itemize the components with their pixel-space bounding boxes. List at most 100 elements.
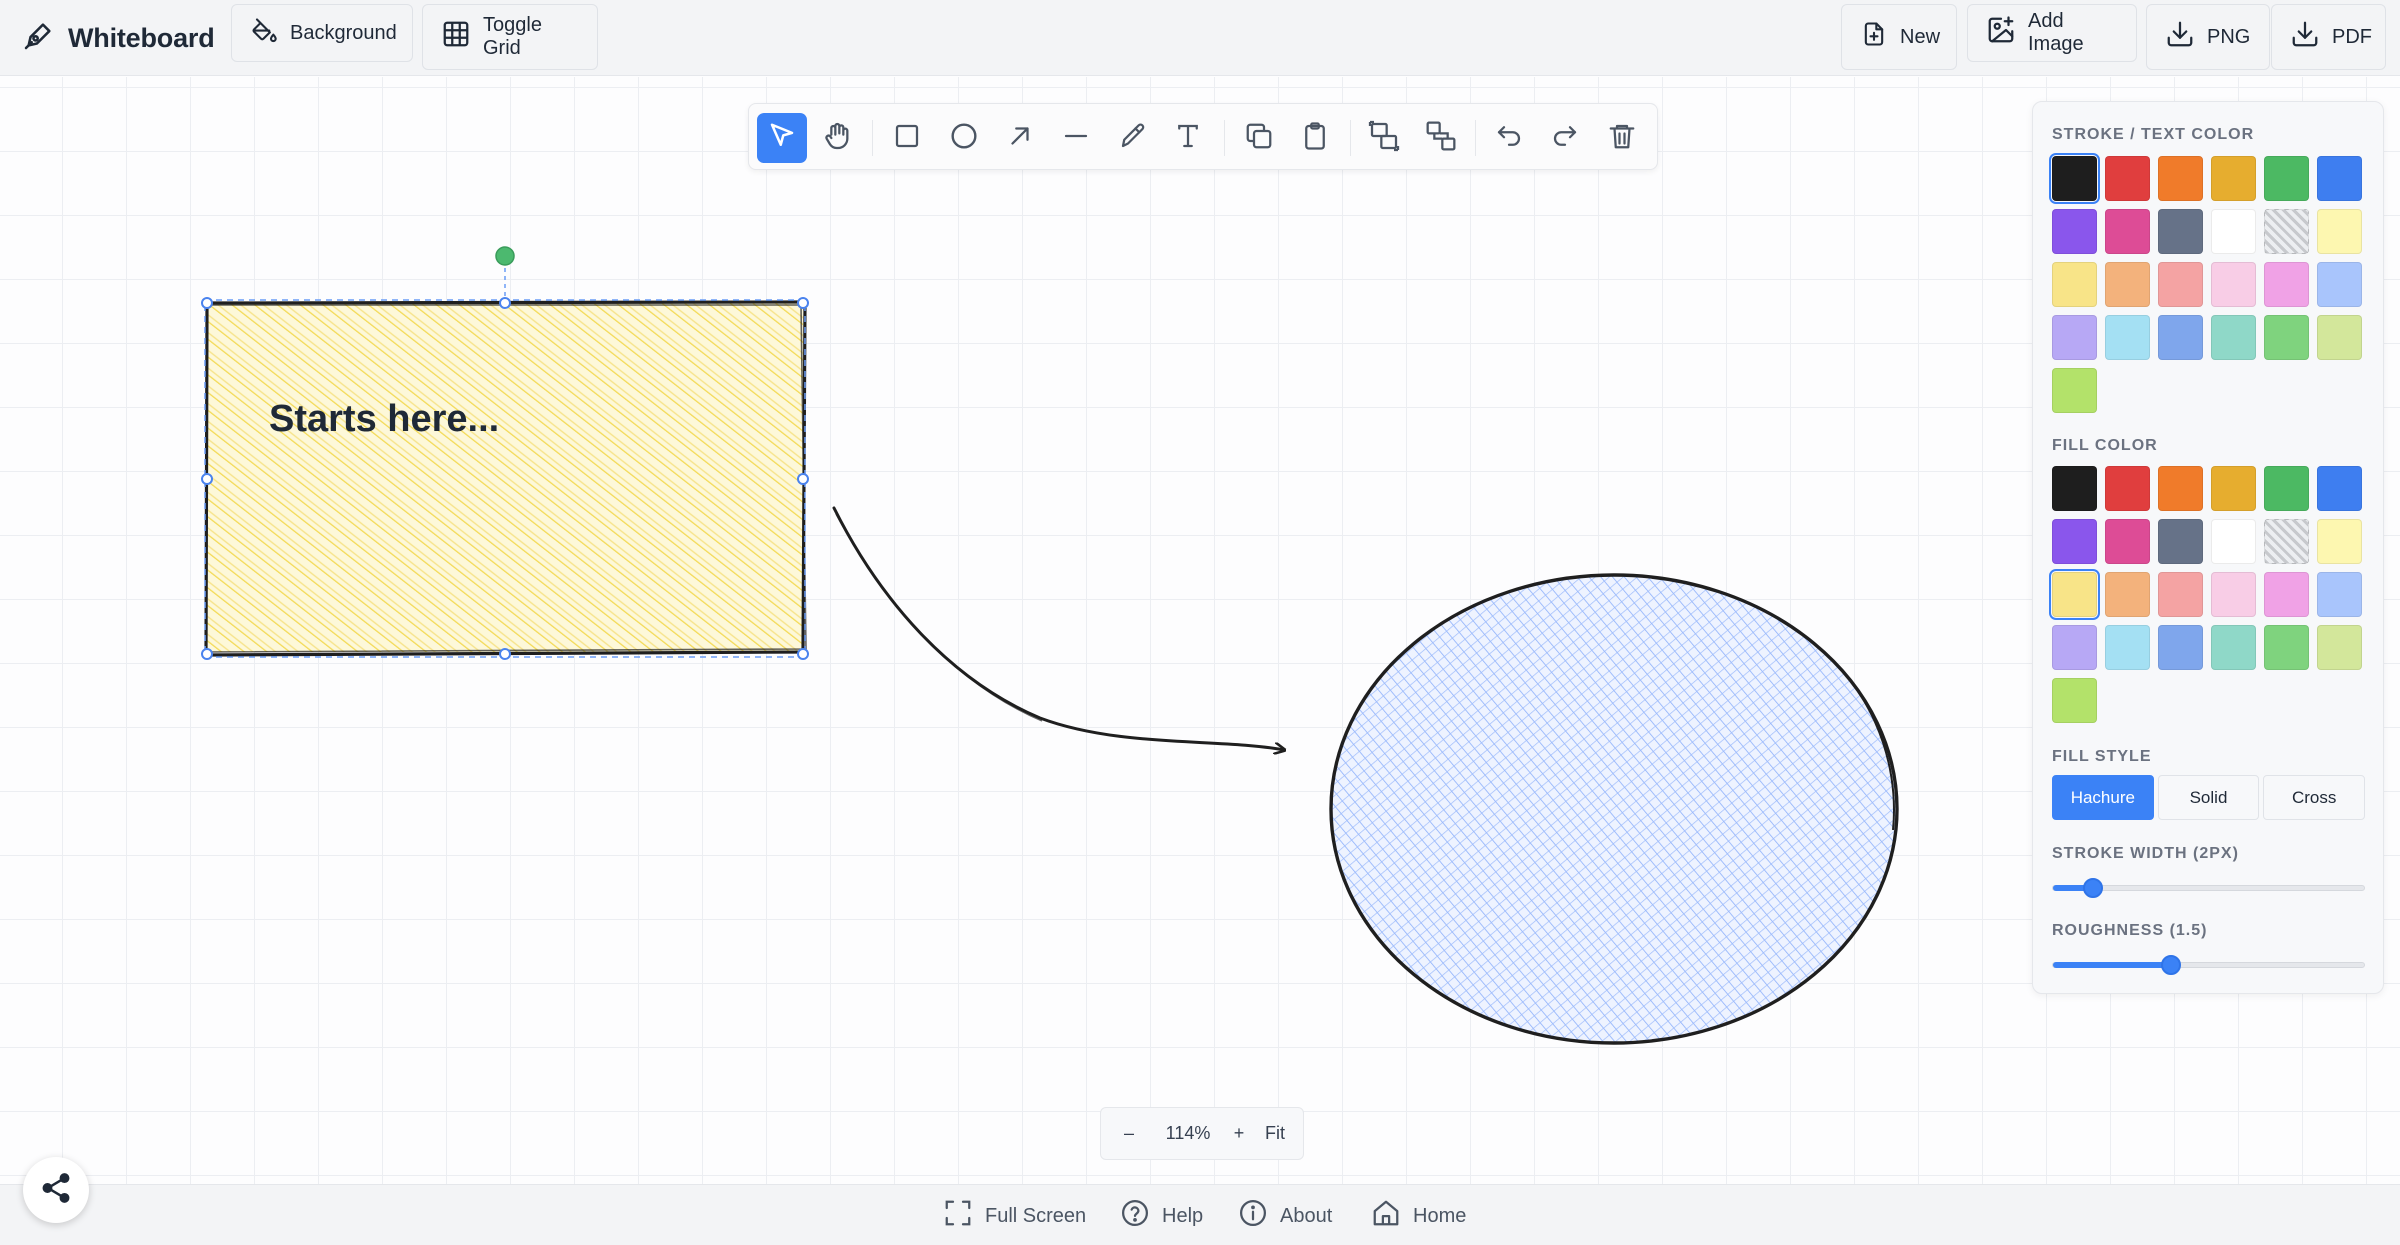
stroke-color-swatch[interactable] bbox=[2158, 156, 2203, 201]
stroke-width-slider-thumb[interactable] bbox=[2083, 878, 2104, 898]
fill-color-swatch[interactable] bbox=[2052, 519, 2097, 564]
export-pdf-button[interactable]: PDF bbox=[2271, 4, 2386, 70]
roughness-slider-thumb[interactable] bbox=[2161, 955, 2182, 975]
stroke-color-swatch[interactable] bbox=[2158, 315, 2203, 360]
rectangle-tool[interactable] bbox=[882, 113, 932, 163]
about-link[interactable]: About bbox=[1238, 1199, 1332, 1233]
stroke-width-slider[interactable] bbox=[2052, 878, 2365, 898]
fill-color-swatch[interactable] bbox=[2264, 572, 2309, 617]
stroke-color-swatch[interactable] bbox=[2264, 209, 2309, 254]
toggle-grid-button[interactable]: Toggle Grid bbox=[422, 4, 598, 70]
select-tool[interactable] bbox=[757, 113, 807, 163]
stroke-color-swatch[interactable] bbox=[2052, 368, 2097, 413]
home-link[interactable]: Home bbox=[1371, 1199, 1466, 1233]
hand-tool[interactable] bbox=[813, 113, 863, 163]
stroke-color-swatch[interactable] bbox=[2211, 262, 2256, 307]
stroke-color-swatch[interactable] bbox=[2049, 153, 2100, 204]
arrow-tool[interactable] bbox=[995, 113, 1045, 163]
fill-color-swatch[interactable] bbox=[2052, 466, 2097, 511]
stroke-color-swatch[interactable] bbox=[2264, 315, 2309, 360]
fill-color-swatch[interactable] bbox=[2158, 625, 2203, 670]
stroke-color-swatch[interactable] bbox=[2105, 156, 2150, 201]
ellipse-icon bbox=[948, 120, 980, 157]
fill-color-swatch[interactable] bbox=[2211, 466, 2256, 511]
stroke-color-swatch[interactable] bbox=[2264, 262, 2309, 307]
add-image-button[interactable]: Add Image bbox=[1967, 4, 2137, 62]
stroke-color-swatch[interactable] bbox=[2052, 315, 2097, 360]
fill-color-swatch[interactable] bbox=[2317, 466, 2362, 511]
fill-color-swatch[interactable] bbox=[2052, 678, 2097, 723]
fill-color-swatch[interactable] bbox=[2105, 466, 2150, 511]
hatched-ellipse[interactable] bbox=[1329, 573, 1899, 1045]
note-rectangle[interactable] bbox=[203, 300, 807, 657]
fill-color-swatch[interactable] bbox=[2105, 519, 2150, 564]
paste-tool[interactable] bbox=[1290, 113, 1340, 163]
stroke-color-swatch[interactable] bbox=[2211, 315, 2256, 360]
help-link[interactable]: Help bbox=[1120, 1199, 1203, 1233]
note-text[interactable]: Starts here... bbox=[269, 398, 499, 441]
pencil-tool[interactable] bbox=[1108, 113, 1158, 163]
stroke-color-swatch[interactable] bbox=[2317, 315, 2362, 360]
stroke-color-swatch[interactable] bbox=[2105, 262, 2150, 307]
fill-color-swatch[interactable] bbox=[2317, 572, 2362, 617]
fill-color-swatch[interactable] bbox=[2264, 625, 2309, 670]
stroke-color-swatch[interactable] bbox=[2158, 209, 2203, 254]
fill-color-swatch[interactable] bbox=[2105, 572, 2150, 617]
line-icon bbox=[1061, 121, 1091, 156]
fill-color-swatch[interactable] bbox=[2211, 572, 2256, 617]
ellipse-tool[interactable] bbox=[939, 113, 989, 163]
line-tool[interactable] bbox=[1051, 113, 1101, 163]
fill-color-swatch[interactable] bbox=[2158, 466, 2203, 511]
fill-style-solid[interactable]: Solid bbox=[2157, 775, 2260, 820]
grid-icon bbox=[441, 19, 471, 55]
delete-button[interactable] bbox=[1597, 113, 1647, 163]
text-icon bbox=[1173, 121, 1203, 156]
fill-style-cross[interactable]: Cross bbox=[2263, 775, 2366, 820]
redo-button[interactable] bbox=[1540, 113, 1590, 163]
fullscreen-link[interactable]: Full Screen bbox=[943, 1199, 1086, 1233]
stroke-color-swatch[interactable] bbox=[2211, 156, 2256, 201]
zoom-out-button[interactable]: – bbox=[1121, 1123, 1137, 1144]
share-button[interactable] bbox=[23, 1157, 89, 1223]
fill-color-swatch[interactable] bbox=[2211, 519, 2256, 564]
stroke-color-swatch[interactable] bbox=[2052, 262, 2097, 307]
stroke-color-swatch[interactable] bbox=[2052, 209, 2097, 254]
fill-color-swatch[interactable] bbox=[2317, 519, 2362, 564]
fill-color-swatch[interactable] bbox=[2264, 466, 2309, 511]
fill-color-swatch[interactable] bbox=[2317, 625, 2362, 670]
stroke-color-swatch[interactable] bbox=[2211, 209, 2256, 254]
fill-color-swatch[interactable] bbox=[2211, 625, 2256, 670]
stroke-color-swatch[interactable] bbox=[2105, 315, 2150, 360]
fullscreen-icon bbox=[943, 1198, 973, 1234]
stroke-color-swatch[interactable] bbox=[2317, 209, 2362, 254]
arrow-icon bbox=[1005, 121, 1035, 156]
brand: Whiteboard bbox=[22, 18, 215, 58]
background-button[interactable]: Background bbox=[231, 4, 413, 62]
zoom-fit-button[interactable]: Fit bbox=[1265, 1123, 1285, 1144]
fill-color-swatch[interactable] bbox=[2049, 569, 2100, 620]
fill-style-hachure[interactable]: Hachure bbox=[2052, 775, 2154, 820]
home-icon bbox=[1371, 1198, 1401, 1234]
fill-color-swatch[interactable] bbox=[2264, 519, 2309, 564]
new-button[interactable]: New bbox=[1841, 4, 1957, 70]
roughness-slider[interactable] bbox=[2052, 955, 2365, 975]
stroke-color-swatch[interactable] bbox=[2264, 156, 2309, 201]
toggle-grid-label: Toggle Grid bbox=[483, 14, 542, 59]
group-tool[interactable] bbox=[1359, 113, 1409, 163]
fill-color-swatch[interactable] bbox=[2158, 519, 2203, 564]
undo-button[interactable] bbox=[1484, 113, 1534, 163]
fill-color-swatch[interactable] bbox=[2052, 625, 2097, 670]
stroke-color-swatch[interactable] bbox=[2158, 262, 2203, 307]
stroke-color-swatch[interactable] bbox=[2317, 262, 2362, 307]
stroke-color-swatch[interactable] bbox=[2105, 209, 2150, 254]
copy-tool[interactable] bbox=[1234, 113, 1284, 163]
group-icon bbox=[1368, 120, 1400, 157]
export-png-button[interactable]: PNG bbox=[2146, 4, 2270, 70]
download-icon bbox=[2165, 19, 2195, 55]
zoom-in-button[interactable]: + bbox=[1231, 1123, 1247, 1144]
ungroup-tool[interactable] bbox=[1416, 113, 1466, 163]
fill-color-swatch[interactable] bbox=[2105, 625, 2150, 670]
text-tool[interactable] bbox=[1163, 113, 1213, 163]
stroke-color-swatch[interactable] bbox=[2317, 156, 2362, 201]
fill-color-swatch[interactable] bbox=[2158, 572, 2203, 617]
